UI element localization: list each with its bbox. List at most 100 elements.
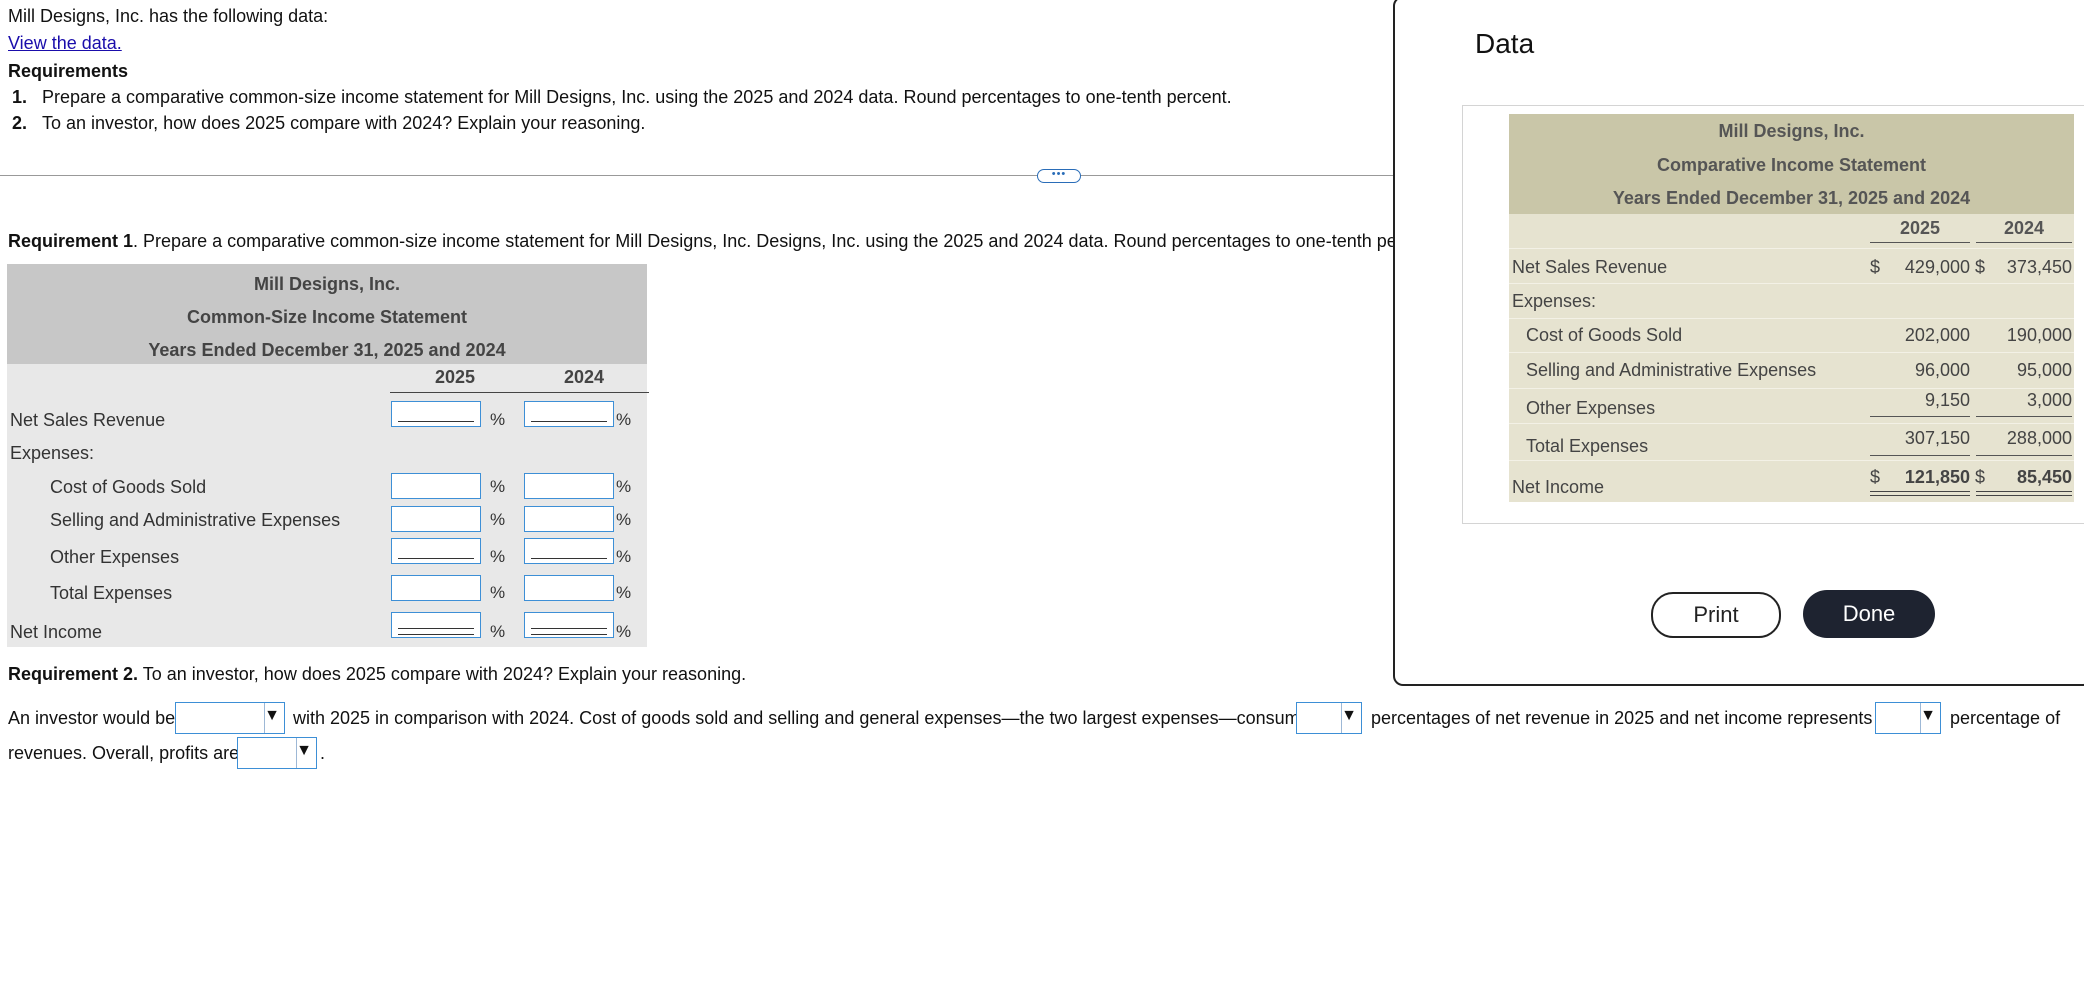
section-divider — [0, 175, 1395, 176]
data-statement-title: Comparative Income Statement — [1656, 155, 1927, 175]
data-sga-2025: 96,000 — [1914, 360, 1970, 380]
data-label-total: Total Expenses — [1526, 436, 1649, 456]
col-2024-rule — [519, 392, 649, 393]
worksheet-title: Common-Size Income Statement — [186, 307, 468, 327]
worksheet-col-2025: 2025 — [434, 367, 476, 387]
double-rule — [1976, 491, 2072, 496]
net-income-2025-input[interactable] — [391, 612, 481, 638]
requirement-2-instruction-text: To an investor, how does 2025 compare wi… — [138, 664, 747, 684]
requirement-2-item: 2. To an investor, how does 2025 compare … — [12, 113, 645, 134]
requirement-1-instruction-text: . Prepare a comparative common-size inco… — [133, 231, 1442, 251]
sga-2025-input[interactable] — [391, 506, 481, 532]
pct-sign: % — [616, 510, 632, 529]
net-sales-2024-input[interactable] — [524, 401, 614, 427]
net-income-2024-input[interactable] — [524, 612, 614, 638]
data-other-2024: 3,000 — [2026, 390, 2072, 410]
data-other-2025: 9,150 — [1924, 390, 1970, 410]
pct-sign: % — [490, 547, 506, 566]
pct-sign: % — [616, 583, 632, 602]
double-rule — [1870, 491, 1970, 496]
data-label-net-sales: Net Sales Revenue — [1512, 257, 1668, 277]
row-separator — [1509, 352, 2074, 353]
collapse-toggle-button[interactable]: ••• — [1037, 169, 1081, 183]
pct-sign: % — [490, 583, 506, 602]
chevron-down-icon: ▼ — [1920, 707, 1936, 724]
row-separator — [1509, 388, 2074, 389]
data-company: Mill Designs, Inc. — [1718, 121, 1865, 141]
total-rule — [1976, 455, 2072, 456]
data-period: Years Ended December 31, 2025 and 2024 — [1612, 188, 1971, 208]
data-modal-title: Data — [1475, 28, 1535, 59]
requirement-2-instruction: Requirement 2. To an investor, how does … — [8, 664, 746, 685]
answer-sentence-part-1: An investor would be — [8, 708, 176, 728]
done-button[interactable]: Done — [1803, 590, 1935, 638]
row-separator — [1509, 283, 2074, 284]
print-button[interactable]: Print — [1651, 592, 1781, 638]
expense-percentage-dropdown[interactable]: ▼ — [1296, 702, 1362, 734]
pct-sign: % — [616, 410, 632, 429]
data-label-net-income: Net Income — [1512, 477, 1605, 497]
data-net-income-2025: 121,850 — [1904, 467, 1970, 487]
subtotal-rule — [1976, 416, 2072, 417]
data-net-sales-2025: 429,000 — [1904, 257, 1970, 277]
pct-sign: % — [490, 477, 506, 496]
requirement-2-text: To an investor, how does 2025 compare wi… — [42, 113, 646, 133]
chevron-down-icon: ▼ — [264, 707, 280, 724]
requirement-2-label: Requirement 2. — [8, 664, 139, 684]
data-col-2024: 2024 — [2003, 218, 2045, 238]
row-separator — [1509, 318, 2074, 319]
profits-dropdown[interactable]: ▼ — [237, 737, 317, 769]
other-2024-input[interactable] — [524, 538, 614, 564]
data-label-cogs: Cost of Goods Sold — [1526, 325, 1683, 345]
requirement-1-item: 1. Prepare a comparative common-size inco… — [12, 87, 1232, 108]
ws-label-cogs: Cost of Goods Sold — [50, 477, 207, 497]
answer-sentence-part-3: percentages of net revenue in 2025 and n… — [1371, 708, 1888, 728]
data-cogs-2024: 190,000 — [2006, 325, 2072, 345]
col-2025-rule — [390, 392, 520, 393]
ws-label-other: Other Expenses — [50, 547, 180, 567]
total-2025-input[interactable] — [391, 575, 481, 601]
col-rule — [1870, 242, 1970, 243]
ws-label-sga: Selling and Administrative Expenses — [50, 510, 341, 530]
ws-label-total: Total Expenses — [50, 583, 173, 603]
intro-statement: Mill Designs, Inc. has the following dat… — [8, 6, 329, 26]
requirement-2-number: 2. — [12, 113, 28, 133]
answer-sentence-part-5: revenues. Overall, profits are — [8, 743, 240, 763]
cogs-2025-input[interactable] — [391, 473, 481, 499]
chevron-down-icon: ▼ — [296, 742, 312, 759]
data-total-2024: 288,000 — [2006, 428, 2072, 448]
data-label-expenses: Expenses: — [1512, 291, 1597, 311]
total-2024-input[interactable] — [524, 575, 614, 601]
row-separator — [1509, 460, 2074, 461]
ws-label-net-sales: Net Sales Revenue — [10, 410, 166, 430]
subtotal-rule — [1870, 416, 1970, 417]
total-rule — [1870, 455, 1970, 456]
cogs-2024-input[interactable] — [524, 473, 614, 499]
worksheet-company: Mill Designs, Inc. — [253, 274, 401, 294]
requirement-1-number: 1. — [12, 87, 28, 107]
dollar-sign: $ — [1870, 257, 1881, 277]
other-2025-input[interactable] — [391, 538, 481, 564]
pct-sign: % — [490, 622, 506, 641]
answer-sentence-part-2: with 2025 in comparison with 2024. Cost … — [293, 708, 1320, 728]
view-data-link[interactable]: View the data. — [8, 33, 122, 54]
pct-sign: % — [616, 622, 632, 641]
net-income-percentage-dropdown[interactable]: ▼ — [1875, 702, 1941, 734]
sga-2024-input[interactable] — [524, 506, 614, 532]
chevron-down-icon: ▼ — [1341, 707, 1357, 724]
data-total-2025: 307,150 — [1904, 428, 1970, 448]
pct-sign: % — [616, 477, 632, 496]
dollar-sign: $ — [1870, 467, 1881, 487]
pct-sign: % — [490, 510, 506, 529]
investor-view-dropdown[interactable]: ▼ — [175, 702, 285, 734]
data-label-other: Other Expenses — [1526, 398, 1656, 418]
net-sales-2025-input[interactable] — [391, 401, 481, 427]
data-label-sga: Selling and Administrative Expenses — [1526, 360, 1817, 380]
pct-sign: % — [490, 410, 506, 429]
answer-sentence-part-4: percentage of — [1950, 708, 2061, 728]
data-col-2025: 2025 — [1899, 218, 1941, 238]
answer-sentence-end: . — [320, 743, 326, 763]
data-sga-2024: 95,000 — [2016, 360, 2072, 380]
worksheet-col-2024: 2024 — [563, 367, 605, 387]
requirement-1-label: Requirement 1 — [8, 231, 134, 251]
